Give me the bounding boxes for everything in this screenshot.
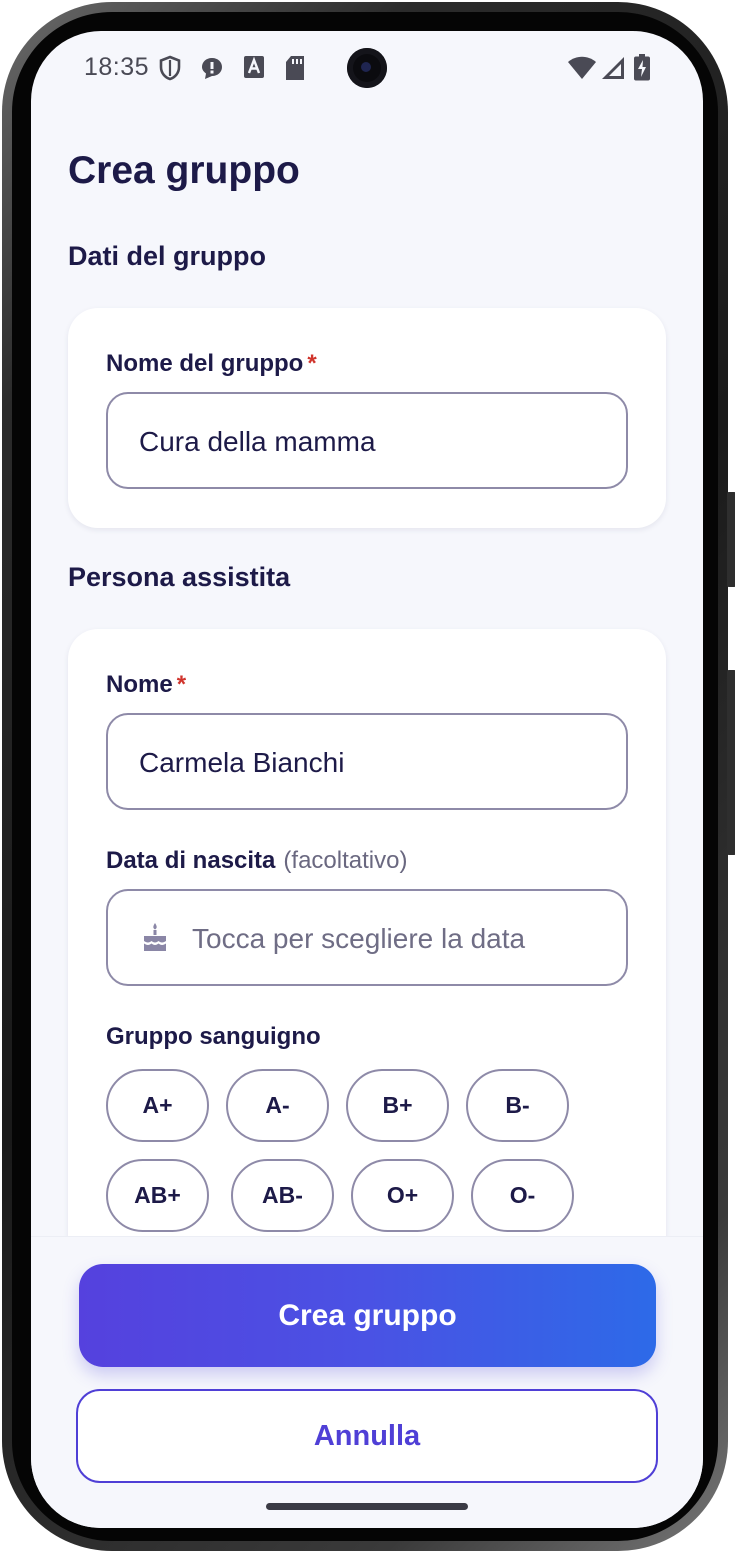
person-name-label-text: Nome [106, 671, 173, 698]
group-name-label: Nome del gruppo * [106, 350, 317, 378]
assisted-person-card: Nome * Carmela Bianchi Data di nascita (fa… [68, 629, 666, 1289]
cancel-button[interactable]: Annulla [76, 1389, 658, 1483]
home-indicator[interactable] [266, 1503, 468, 1510]
group-name-label-text: Nome del gruppo [106, 350, 304, 377]
section-title-group-data: Dati del gruppo [68, 241, 266, 271]
blood-group-chip-a-pos[interactable]: A+ [106, 1069, 209, 1142]
cake-icon [144, 923, 166, 951]
blood-group-chip-a-neg[interactable]: A- [226, 1069, 329, 1142]
blood-group-chip-o-neg[interactable]: O- [471, 1159, 574, 1232]
group-name-value: Cura della mamma [139, 426, 376, 457]
blood-group-label: Gruppo sanguigno [106, 1023, 321, 1050]
cellular-signal-icon [602, 57, 624, 79]
shield-icon [159, 55, 181, 81]
group-data-card: Nome del gruppo * Cura della mamma [68, 308, 666, 528]
group-name-input[interactable]: Cura della mamma [106, 392, 628, 489]
bottom-action-bar: Crea gruppo Annulla [31, 1236, 703, 1528]
birthdate-label: Data di nascita (facoltativo) [106, 847, 407, 875]
section-title-assisted-person: Persona assistita [68, 562, 291, 592]
create-group-button[interactable]: Crea gruppo [79, 1264, 656, 1367]
person-name-value: Carmela Bianchi [139, 747, 345, 778]
blood-group-chip-o-pos[interactable]: O+ [351, 1159, 454, 1232]
required-asterisk: * [307, 350, 317, 377]
chat-alert-icon [202, 58, 222, 79]
sd-card-icon [286, 56, 304, 80]
status-time: 18:35 [84, 53, 150, 81]
birthdate-optional-hint: (facoltativo) [283, 847, 408, 874]
blood-group-chip-b-neg[interactable]: B- [466, 1069, 569, 1142]
blood-group-chip-ab-neg[interactable]: AB- [231, 1159, 334, 1232]
phone-frame: 18:35 Crea gruppo Dati del gruppo Nome d… [2, 2, 735, 1551]
required-asterisk: * [176, 671, 187, 698]
status-bar: 18:35 [31, 31, 703, 107]
blood-group-chip-ab-pos[interactable]: AB+ [106, 1159, 209, 1232]
wifi-icon [568, 56, 596, 79]
page-title: Crea gruppo [68, 149, 300, 192]
person-name-input[interactable]: Carmela Bianchi [106, 713, 628, 810]
front-camera [347, 48, 387, 88]
volume-button [727, 492, 735, 587]
birthdate-label-text: Data di nascita [106, 847, 276, 874]
blood-group-chip-b-pos[interactable]: B+ [346, 1069, 449, 1142]
birthdate-picker-field[interactable]: Tocca per scegliere la data [106, 889, 628, 986]
birthdate-placeholder: Tocca per scegliere la data [192, 923, 526, 954]
person-name-label: Nome * [106, 671, 186, 699]
power-button [727, 670, 735, 855]
battery-charging-icon [634, 54, 650, 81]
app-screen: 18:35 Crea gruppo Dati del gruppo Nome d… [31, 31, 703, 1528]
font-a-icon [244, 56, 264, 78]
